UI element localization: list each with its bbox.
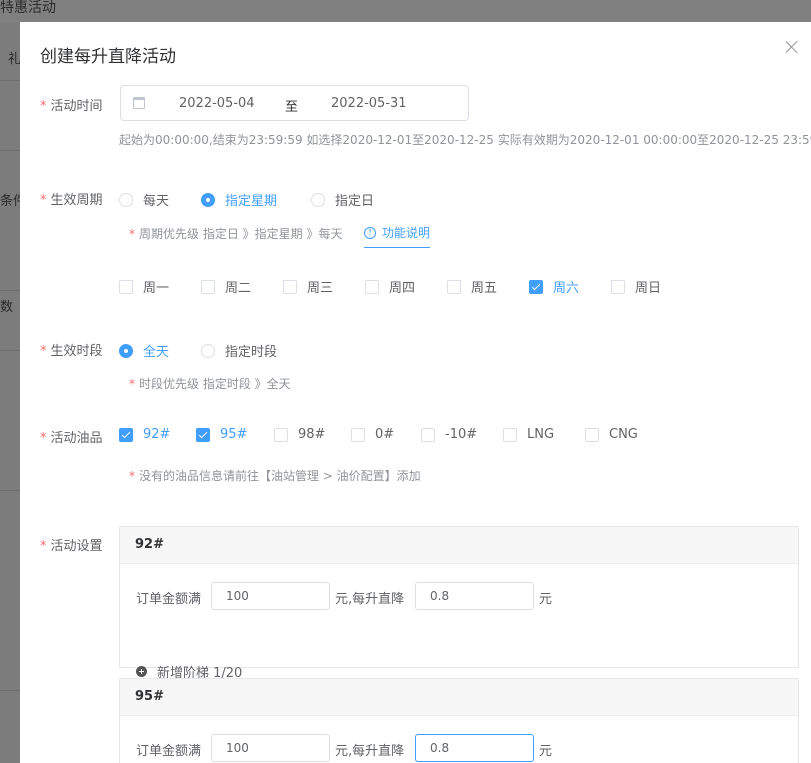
checkbox-box — [421, 427, 435, 442]
end-date-input[interactable]: 2022-05-31 — [331, 96, 407, 111]
radio-circle — [119, 343, 133, 358]
setting-card-title: 95# — [120, 679, 798, 716]
oil-products-label: * 活动油品 — [40, 431, 103, 446]
checkbox-monday[interactable]: 周一 — [119, 277, 169, 296]
checkbox-box — [529, 279, 543, 294]
checkbox-box — [351, 427, 365, 442]
activity-settings-label: * 活动设置 — [40, 539, 103, 554]
checkbox-thursday[interactable]: 周四 — [365, 277, 415, 296]
background-divider — [0, 80, 20, 81]
order-amount-input[interactable]: 100 — [211, 734, 330, 762]
close-icon[interactable] — [785, 40, 799, 54]
unit-label: 元 — [539, 744, 553, 759]
effective-cycle-label: * 生效周期 — [40, 193, 103, 208]
checkbox-oil-cng[interactable]: CNG — [585, 427, 638, 442]
background-divider — [0, 690, 20, 691]
start-date-input[interactable]: 2022-05-04 — [179, 96, 255, 111]
activity-time-label: * 活动时间 — [40, 99, 103, 114]
unit-label: 元 — [539, 592, 553, 607]
checkbox-oil-95[interactable]: 95# — [196, 427, 247, 442]
date-separator: 至 — [285, 100, 299, 115]
info-icon: ! — [364, 226, 376, 239]
checkbox-box — [201, 279, 215, 294]
setting-card-title: 92# — [120, 527, 798, 564]
checkbox-box — [503, 427, 517, 442]
radio-circle — [119, 192, 133, 207]
oil-products-tip: * 没有的油品信息请前往【油站管理 > 油价配置】添加 — [129, 469, 421, 483]
radio-all-day[interactable]: 全天 — [119, 341, 169, 360]
background-divider — [0, 290, 20, 291]
checkbox-box — [365, 279, 379, 294]
date-range-picker[interactable]: 2022-05-04 至 2022-05-31 — [120, 85, 469, 121]
cycle-priority-tip: * 周期优先级 指定日 》指定星期 》每天 — [129, 227, 343, 241]
checkbox-friday[interactable]: 周五 — [447, 277, 497, 296]
effective-period-label: * 生效时段 — [40, 344, 103, 359]
date-hint: 起始为00:00:00,结束为23:59:59 如选择2020-12-01至20… — [119, 133, 811, 147]
checkbox-box — [447, 279, 461, 294]
checkbox-box — [119, 427, 133, 442]
background-page-title: 特惠活动 — [0, 0, 56, 16]
function-description-link[interactable]: ! 功能说明 — [364, 224, 431, 248]
checkbox-box — [283, 279, 297, 294]
checkbox-tuesday[interactable]: 周二 — [201, 277, 251, 296]
checkbox-oil-0[interactable]: 0# — [351, 427, 394, 442]
per-liter-discount-input[interactable]: 0.8 — [415, 734, 534, 762]
radio-circle — [201, 343, 215, 358]
per-liter-label: 元,每升直降 — [335, 744, 405, 759]
background-divider — [0, 490, 20, 491]
checkbox-oil-92[interactable]: 92# — [119, 427, 170, 442]
create-activity-dialog: 创建每升直降活动 * 活动时间 2022-05-04 至 2022-05-31 起… — [20, 22, 811, 763]
order-amount-label: 订单金额满 — [136, 592, 202, 607]
order-amount-label: 订单金额满 — [136, 744, 202, 759]
checkbox-sunday[interactable]: 周日 — [611, 277, 661, 296]
background-divider — [0, 350, 20, 351]
per-liter-discount-input[interactable]: 0.8 — [415, 582, 534, 610]
per-liter-label: 元,每升直降 — [335, 592, 405, 607]
checkbox-box — [119, 279, 133, 294]
background-sidebar — [0, 22, 20, 763]
plus-circle-icon — [136, 666, 147, 677]
dialog-title: 创建每升直降活动 — [40, 47, 176, 67]
background-fragment: 数 — [0, 300, 14, 315]
radio-daily[interactable]: 每天 — [119, 190, 169, 209]
radio-circle — [201, 192, 215, 207]
checkbox-oil-minus10[interactable]: -10# — [421, 427, 477, 442]
radio-specified-day[interactable]: 指定日 — [311, 190, 374, 209]
radio-circle — [311, 192, 325, 207]
period-priority-tip: * 时段优先级 指定时段 》全天 — [129, 377, 291, 391]
checkbox-box — [196, 427, 210, 442]
checkbox-wednesday[interactable]: 周三 — [283, 277, 333, 296]
checkbox-box — [611, 279, 625, 294]
setting-card-95: 95# 订单金额满 100 元,每升直降 0.8 元 — [119, 678, 799, 763]
setting-card-92: 92# 订单金额满 100 元,每升直降 0.8 元 新增阶梯 1/20 — [119, 526, 799, 681]
checkbox-saturday[interactable]: 周六 — [529, 277, 579, 296]
background-divider — [0, 150, 20, 151]
radio-specified-week[interactable]: 指定星期 — [201, 190, 277, 209]
checkbox-box — [585, 427, 599, 442]
checkbox-box — [274, 427, 288, 442]
calendar-icon — [133, 97, 145, 109]
checkbox-oil-98[interactable]: 98# — [274, 427, 325, 442]
radio-specified-period[interactable]: 指定时段 — [201, 341, 277, 360]
checkbox-oil-lng[interactable]: LNG — [503, 427, 554, 442]
order-amount-input[interactable]: 100 — [211, 582, 330, 610]
